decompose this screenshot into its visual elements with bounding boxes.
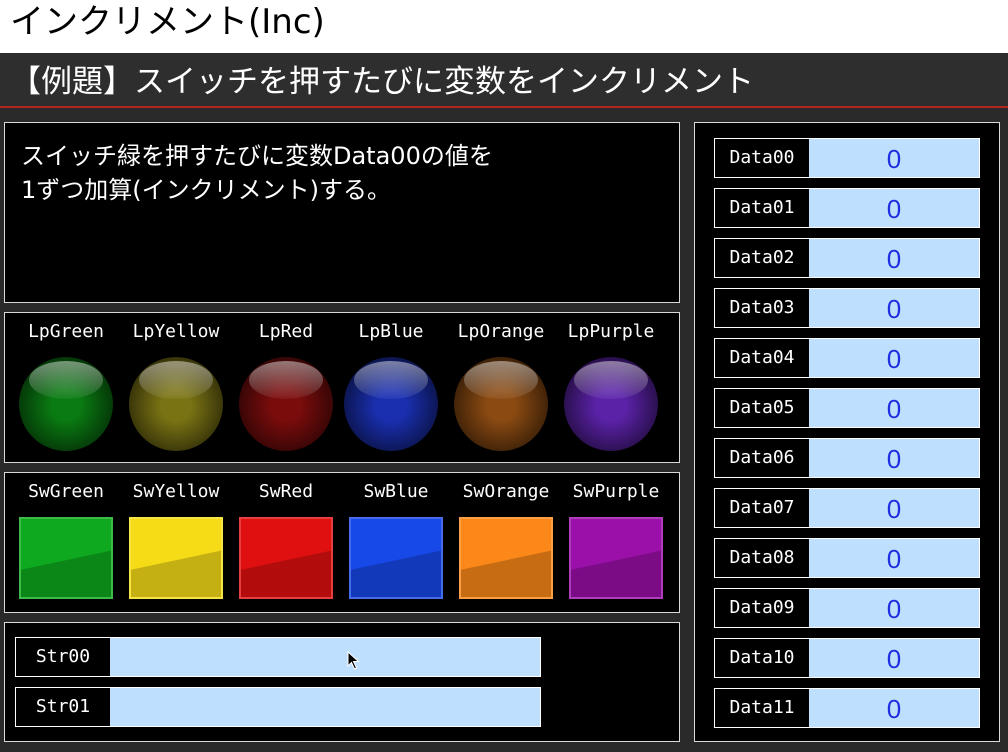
data06-value: 0 bbox=[809, 439, 979, 477]
data-row-data08: Data08 0 bbox=[714, 538, 980, 578]
switch-cell-purple: SwPurple bbox=[569, 481, 663, 599]
lamp-yellow bbox=[129, 357, 223, 451]
data10-value: 0 bbox=[809, 639, 979, 677]
data-label: Data10 bbox=[729, 647, 795, 668]
lamp-label: LpOrange bbox=[457, 321, 545, 342]
data-row-data07: Data07 0 bbox=[714, 488, 980, 528]
switch-blue-button[interactable] bbox=[349, 517, 443, 599]
data-label: Data04 bbox=[729, 347, 795, 368]
lamp-cell-purple: LpPurple bbox=[564, 321, 658, 451]
switch-green-button[interactable] bbox=[19, 517, 113, 599]
lamp-cell-blue: LpBlue bbox=[344, 321, 438, 451]
lamp-cell-red: LpRed bbox=[239, 321, 333, 451]
switch-label: SwRed bbox=[258, 481, 314, 502]
lamp-purple bbox=[564, 357, 658, 451]
data-label: Data03 bbox=[729, 297, 795, 318]
switch-orange-button[interactable] bbox=[459, 517, 553, 599]
str01-value-field[interactable] bbox=[110, 688, 540, 726]
switch-label: SwOrange bbox=[462, 481, 550, 502]
data09-value: 0 bbox=[809, 589, 979, 627]
data04-value: 0 bbox=[809, 339, 979, 377]
data00-value: 0 bbox=[809, 139, 979, 177]
data-row-data04: Data04 0 bbox=[714, 338, 980, 378]
switch-purple-button[interactable] bbox=[569, 517, 663, 599]
string-row-str01: Str01 bbox=[15, 687, 541, 727]
string-row-str00: Str00 bbox=[15, 637, 541, 677]
data-label: Data01 bbox=[729, 197, 795, 218]
mouse-pointer-icon bbox=[347, 651, 360, 670]
description-line: スイッチ緑を押すたびに変数Data00の値を bbox=[21, 142, 493, 170]
string-panel: Str00 Str01 bbox=[4, 622, 680, 742]
lamp-label: LpBlue bbox=[358, 321, 424, 342]
string-label: Str00 bbox=[35, 646, 91, 667]
data01-value: 0 bbox=[809, 189, 979, 227]
switch-label: SwYellow bbox=[132, 481, 220, 502]
data-label: Data11 bbox=[729, 697, 795, 718]
switch-cell-green: SwGreen bbox=[19, 481, 113, 599]
description-line: 1ずつ加算(インクリメント)する。 bbox=[21, 176, 391, 204]
lamp-blue bbox=[344, 357, 438, 451]
str00-value-field[interactable] bbox=[110, 638, 540, 676]
data-label: Data06 bbox=[729, 447, 795, 468]
data-label: Data07 bbox=[729, 497, 795, 518]
data-row-data06: Data06 0 bbox=[714, 438, 980, 478]
switch-cell-orange: SwOrange bbox=[459, 481, 553, 599]
lamp-panel: LpGreen LpYellow LpRed LpBlue LpOrange L… bbox=[4, 312, 680, 463]
switch-panel: SwGreen SwYellow SwRed SwBlue SwOrange S… bbox=[4, 472, 680, 613]
data07-value: 0 bbox=[809, 489, 979, 527]
data-label: Data02 bbox=[729, 247, 795, 268]
lamp-cell-yellow: LpYellow bbox=[129, 321, 223, 451]
data-panel: Data00 0 Data01 0 Data02 0 Data03 0 Data… bbox=[694, 122, 1000, 742]
data11-value: 0 bbox=[809, 689, 979, 727]
switch-cell-blue: SwBlue bbox=[349, 481, 443, 599]
switch-cell-yellow: SwYellow bbox=[129, 481, 223, 599]
lamp-red bbox=[239, 357, 333, 451]
data-label: Data09 bbox=[729, 597, 795, 618]
lamp-label: LpGreen bbox=[28, 321, 104, 342]
data-row-data11: Data11 0 bbox=[714, 688, 980, 728]
switch-label: SwGreen bbox=[28, 481, 104, 502]
data03-value: 0 bbox=[809, 289, 979, 327]
switch-label: SwBlue bbox=[363, 481, 429, 502]
data-label: Data05 bbox=[729, 397, 795, 418]
lamp-cell-green: LpGreen bbox=[19, 321, 113, 451]
lamp-label: LpYellow bbox=[132, 321, 220, 342]
data-row-data02: Data02 0 bbox=[714, 238, 980, 278]
data-row-data09: Data09 0 bbox=[714, 588, 980, 628]
data-row-data05: Data05 0 bbox=[714, 388, 980, 428]
switch-cell-red: SwRed bbox=[239, 481, 333, 599]
lamp-label: LpRed bbox=[258, 321, 314, 342]
data08-value: 0 bbox=[809, 539, 979, 577]
lamp-green bbox=[19, 357, 113, 451]
data-row-data01: Data01 0 bbox=[714, 188, 980, 228]
page-title: 【例題】スイッチを押すたびに変数をインクリメント bbox=[0, 53, 1008, 108]
switch-label: SwPurple bbox=[572, 481, 660, 502]
data-row-data03: Data03 0 bbox=[714, 288, 980, 328]
data-label: Data00 bbox=[729, 147, 795, 168]
data02-value: 0 bbox=[809, 239, 979, 277]
data-row-data00: Data00 0 bbox=[714, 138, 980, 178]
data-label: Data08 bbox=[729, 547, 795, 568]
string-label: Str01 bbox=[35, 696, 91, 717]
lamp-label: LpPurple bbox=[567, 321, 655, 342]
switch-yellow-button[interactable] bbox=[129, 517, 223, 599]
description-panel: スイッチ緑を押すたびに変数Data00の値を 1ずつ加算(インクリメント)する。 bbox=[4, 122, 680, 303]
data-row-data10: Data10 0 bbox=[714, 638, 980, 678]
window-title: インクリメント(Inc) bbox=[0, 0, 1008, 53]
switch-red-button[interactable] bbox=[239, 517, 333, 599]
data05-value: 0 bbox=[809, 389, 979, 427]
lamp-orange bbox=[454, 357, 548, 451]
lamp-cell-orange: LpOrange bbox=[454, 321, 548, 451]
